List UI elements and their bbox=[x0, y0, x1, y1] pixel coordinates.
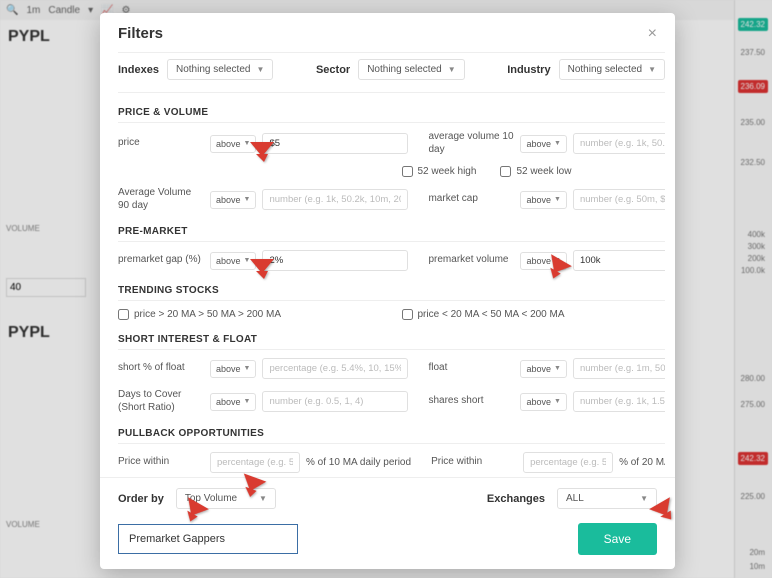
order-by-dropdown[interactable]: Top Volume▼ bbox=[176, 488, 276, 509]
52wk-high-checkbox[interactable]: 52 week high bbox=[402, 166, 477, 177]
trend-up-checkbox[interactable]: price > 20 MA > 50 MA > 200 MA bbox=[118, 309, 281, 320]
price-label: price bbox=[118, 137, 204, 150]
pm-vol-input[interactable] bbox=[573, 250, 665, 271]
short-pct-op[interactable]: above▼ bbox=[210, 360, 256, 378]
short-pct-label: short % of float bbox=[118, 362, 204, 375]
shares-short-label: shares short bbox=[428, 395, 514, 408]
avg-vol-10-op[interactable]: above▼ bbox=[520, 135, 566, 153]
indexes-label: Indexes bbox=[118, 64, 159, 76]
avg-vol-90-label: Average Volume 90 day bbox=[118, 187, 204, 212]
of-20ma-text: % of 20 MA daily period bbox=[619, 457, 665, 468]
filter-name-input[interactable] bbox=[118, 524, 298, 554]
52wk-low-checkbox[interactable]: 52 week low bbox=[500, 166, 571, 177]
section-pre-market: PRE-MARKET bbox=[118, 226, 665, 242]
section-pullback: PULLBACK OPPORTUNITIES bbox=[118, 428, 665, 444]
avg-vol-90-op[interactable]: above▼ bbox=[210, 191, 256, 209]
short-pct-input[interactable] bbox=[262, 358, 408, 379]
modal-footer: Order by Top Volume▼ Exchanges ALL▼ Save bbox=[100, 477, 675, 569]
market-cap-label: market cap bbox=[428, 193, 514, 206]
sector-dropdown[interactable]: Nothing selected▼ bbox=[358, 59, 464, 80]
float-op[interactable]: above▼ bbox=[520, 360, 566, 378]
dtc-label: Days to Cover (Short Ratio) bbox=[118, 389, 204, 414]
float-input[interactable] bbox=[573, 358, 665, 379]
price-within-10-input[interactable] bbox=[210, 452, 300, 473]
market-cap-input[interactable] bbox=[573, 189, 665, 210]
price-within-20-label: Price within bbox=[431, 456, 517, 469]
category-selectors-row: Indexes Nothing selected▼ Sector Nothing… bbox=[118, 52, 665, 93]
pm-vol-op[interactable]: above▼ bbox=[520, 252, 566, 270]
market-cap-op[interactable]: above▼ bbox=[520, 191, 566, 209]
price-within-20-input[interactable] bbox=[523, 452, 613, 473]
float-label: float bbox=[428, 362, 514, 375]
industry-dropdown[interactable]: Nothing selected▼ bbox=[559, 59, 665, 80]
exchanges-dropdown[interactable]: ALL▼ bbox=[557, 488, 657, 509]
section-price-volume: PRICE & VOLUME bbox=[118, 107, 665, 123]
save-button[interactable]: Save bbox=[578, 523, 657, 555]
modal-title: Filters bbox=[118, 25, 163, 42]
avg-vol-10-label: average volume 10 day bbox=[428, 131, 514, 156]
price-op[interactable]: above▼ bbox=[210, 135, 256, 153]
industry-label: Industry bbox=[507, 64, 550, 76]
of-10ma-text: % of 10 MA daily period bbox=[306, 457, 411, 468]
price-input[interactable] bbox=[262, 133, 408, 154]
section-short-interest: SHORT INTEREST & FLOAT bbox=[118, 334, 665, 350]
close-icon[interactable]: × bbox=[648, 26, 657, 42]
pm-gap-input[interactable] bbox=[262, 250, 408, 271]
dtc-input[interactable] bbox=[262, 391, 408, 412]
pm-gap-label: premarket gap (%) bbox=[118, 254, 204, 267]
section-trending: TRENDING STOCKS bbox=[118, 285, 665, 301]
indexes-dropdown[interactable]: Nothing selected▼ bbox=[167, 59, 273, 80]
dtc-op[interactable]: above▼ bbox=[210, 393, 256, 411]
shares-short-input[interactable] bbox=[573, 391, 665, 412]
pm-vol-label: premarket volume bbox=[428, 254, 514, 267]
sector-label: Sector bbox=[316, 64, 350, 76]
order-by-label: Order by bbox=[118, 493, 164, 505]
pm-gap-op[interactable]: above▼ bbox=[210, 252, 256, 270]
avg-vol-10-input[interactable] bbox=[573, 133, 665, 154]
filters-scroll-area[interactable]: Indexes Nothing selected▼ Sector Nothing… bbox=[118, 52, 665, 477]
avg-vol-90-input[interactable] bbox=[262, 189, 408, 210]
exchanges-label: Exchanges bbox=[487, 493, 545, 505]
filters-modal: Filters × Indexes Nothing selected▼ Sect… bbox=[100, 13, 675, 569]
trend-down-checkbox[interactable]: price < 20 MA < 50 MA < 200 MA bbox=[402, 309, 565, 320]
price-within-10-label: Price within bbox=[118, 456, 204, 469]
shares-short-op[interactable]: above▼ bbox=[520, 393, 566, 411]
